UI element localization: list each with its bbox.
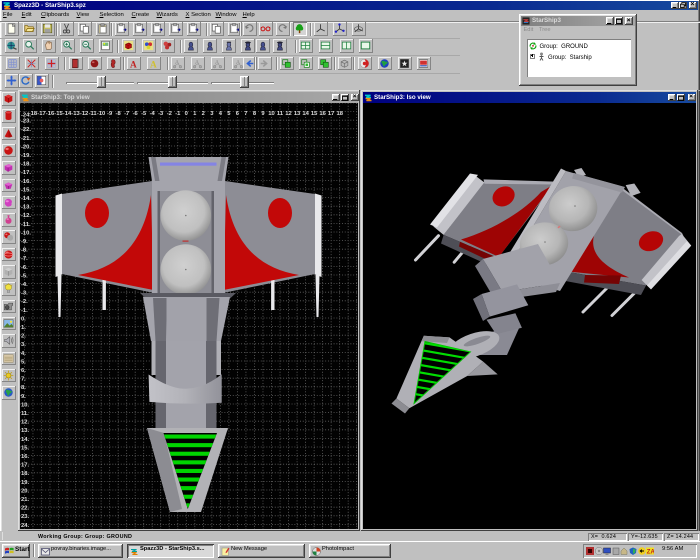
svg-text:6.: 6.: [21, 368, 26, 374]
svg-text:-16.: -16.: [21, 179, 31, 185]
svg-text:-13.: -13.: [21, 205, 31, 211]
svg-text:10: 10: [268, 111, 274, 117]
svg-text:2: 2: [202, 111, 205, 117]
svg-text:-15.: -15.: [21, 187, 31, 193]
svg-text:-23.: -23.: [21, 119, 31, 125]
svg-text:-9.: -9.: [21, 239, 28, 245]
svg-text:-6.: -6.: [21, 265, 28, 271]
svg-text:17.: 17.: [21, 463, 29, 469]
svg-text:-17: -17: [37, 111, 45, 117]
svg-text:-7.: -7.: [21, 256, 28, 262]
svg-text:0.: 0.: [21, 316, 26, 322]
svg-text:-14.: -14.: [21, 196, 31, 202]
svg-text:A: A: [150, 60, 157, 69]
svg-text:5: 5: [227, 111, 231, 117]
svg-text:18.: 18.: [21, 471, 29, 477]
svg-text:15: 15: [311, 111, 318, 117]
svg-text:21.: 21.: [21, 497, 29, 503]
svg-text:7: 7: [244, 111, 247, 117]
svg-text:13.: 13.: [21, 428, 29, 434]
svg-text:4: 4: [219, 111, 223, 117]
svg-text:-8.: -8.: [21, 248, 28, 254]
svg-text:9.: 9.: [21, 394, 26, 400]
svg-text:-24.: -24.: [21, 112, 31, 118]
svg-text:11: 11: [277, 111, 284, 117]
svg-text:-7: -7: [124, 111, 129, 117]
svg-text:0: 0: [185, 111, 188, 117]
svg-text:8.: 8.: [21, 385, 26, 391]
svg-text:-18.: -18.: [21, 162, 31, 168]
svg-text:-3: -3: [158, 111, 164, 117]
svg-text:10.: 10.: [21, 402, 29, 408]
svg-text:A: A: [130, 60, 137, 69]
svg-text:9: 9: [261, 111, 265, 117]
svg-text:ZA: ZA: [647, 549, 654, 555]
svg-text:12: 12: [285, 111, 291, 117]
svg-text:22.: 22.: [21, 506, 29, 512]
svg-text:-12: -12: [80, 111, 88, 117]
svg-text:-1: -1: [175, 111, 181, 117]
svg-text:-4: -4: [150, 111, 156, 117]
svg-text:-5.: -5.: [21, 273, 28, 279]
svg-text:12.: 12.: [21, 420, 29, 426]
svg-text:-20.: -20.: [21, 144, 31, 150]
svg-text:5.: 5.: [21, 359, 26, 365]
svg-text:3: 3: [210, 111, 214, 117]
svg-text:13: 13: [294, 111, 301, 117]
svg-text:14: 14: [302, 111, 309, 117]
svg-text:19.: 19.: [21, 480, 29, 486]
svg-text:-2.: -2.: [21, 299, 28, 305]
svg-text:-9: -9: [107, 111, 113, 117]
svg-text:-4.: -4.: [21, 282, 28, 288]
svg-text:-2: -2: [167, 111, 172, 117]
svg-text:-12.: -12.: [21, 213, 31, 219]
svg-text:17: 17: [328, 111, 334, 117]
svg-text:1.: 1.: [21, 325, 26, 331]
svg-text:24.: 24.: [21, 523, 29, 529]
svg-text:-3.: -3.: [21, 291, 28, 297]
svg-text:18: 18: [336, 111, 343, 117]
svg-text:-21.: -21.: [21, 136, 31, 142]
svg-text:11.: 11.: [21, 411, 29, 417]
svg-text:2.: 2.: [21, 334, 26, 340]
svg-text:16.: 16.: [21, 454, 29, 460]
svg-text:-19.: -19.: [21, 153, 31, 159]
svg-text:6: 6: [236, 111, 240, 117]
svg-text:14.: 14.: [21, 437, 29, 443]
svg-text:-17.: -17.: [21, 170, 31, 176]
svg-text:-6: -6: [133, 111, 139, 117]
svg-text:1: 1: [193, 111, 197, 117]
svg-text:-22.: -22.: [21, 127, 31, 133]
svg-text:23.: 23.: [21, 514, 29, 520]
svg-text:7.: 7.: [21, 377, 26, 383]
svg-text:3.: 3.: [21, 342, 26, 348]
svg-text:-5: -5: [141, 111, 147, 117]
svg-text:-1.: -1.: [21, 308, 28, 314]
svg-text:4.: 4.: [21, 351, 26, 357]
svg-text:-8: -8: [116, 111, 122, 117]
svg-text:-10: -10: [97, 111, 105, 117]
svg-text:15.: 15.: [21, 445, 29, 451]
svg-text:-10.: -10.: [21, 230, 31, 236]
svg-text:8: 8: [253, 111, 257, 117]
svg-text:16: 16: [319, 111, 326, 117]
svg-text:-11.: -11.: [21, 222, 31, 228]
svg-text:20.: 20.: [21, 488, 29, 494]
